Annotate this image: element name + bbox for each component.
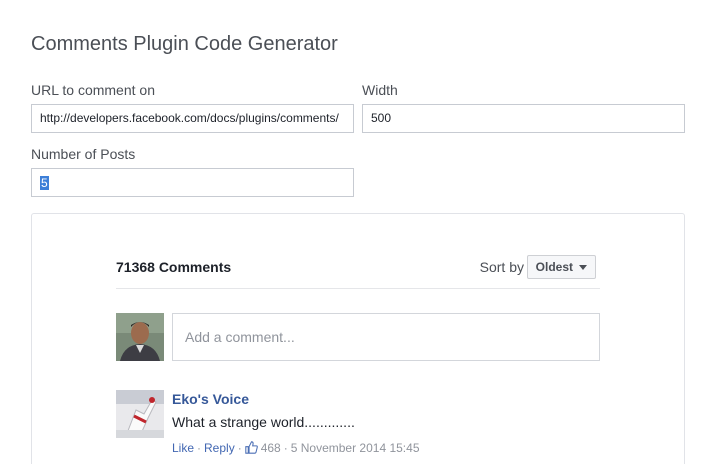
thumbs-up-icon [244, 441, 258, 454]
caret-down-icon [579, 265, 587, 270]
sort-label: Sort by [479, 259, 524, 275]
comment-timestamp: 5 November 2014 15:45 [290, 441, 420, 455]
comment-count: 71368 Comments [116, 259, 232, 275]
comments-header: 71368 Comments Sort by Oldest [116, 255, 600, 289]
like-count: 468 [260, 441, 281, 455]
sort-dropdown[interactable]: Oldest [526, 255, 596, 279]
avatar [116, 313, 164, 361]
reply-link[interactable]: Reply [204, 441, 235, 455]
width-input[interactable]: 500 [362, 104, 685, 133]
sort-value: Oldest [535, 260, 573, 274]
num-posts-label: Number of Posts [31, 146, 136, 162]
page-title: Comments Plugin Code Generator [31, 33, 338, 55]
page: Comments Plugin Code Generator URL to co… [0, 0, 717, 464]
url-label: URL to comment on [31, 82, 155, 98]
separator: · [283, 441, 288, 455]
url-input[interactable]: http://developers.facebook.com/docs/plug… [31, 104, 354, 133]
num-posts-value: 5 [40, 175, 49, 190]
comment-actions: Like · Reply · 468 · 5 November 2014 15:45 [172, 441, 420, 455]
width-label: Width [362, 82, 398, 98]
comment-author-avatar[interactable] [116, 390, 164, 438]
like-link[interactable]: Like [172, 441, 194, 455]
comment-author[interactable]: Eko's Voice [172, 391, 249, 407]
comment-input[interactable]: Add a comment... [172, 313, 600, 361]
separator: · [237, 441, 242, 455]
comment-text: What a strange world............. [172, 414, 355, 430]
separator: · [197, 441, 202, 455]
num-posts-input[interactable]: 5 [31, 168, 354, 197]
